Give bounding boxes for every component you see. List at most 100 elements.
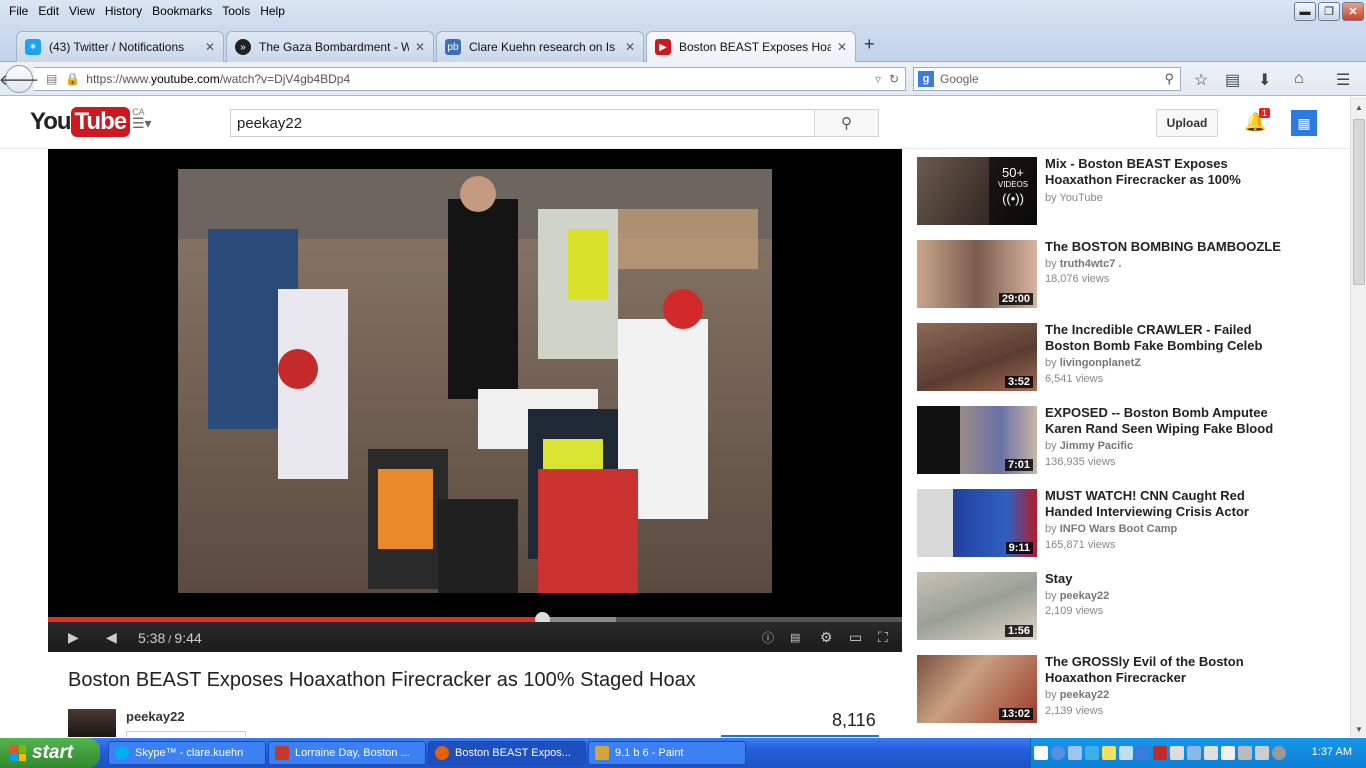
google-icon[interactable]: g [918,71,934,87]
tab-youtube-active[interactable]: ▶ Boston BEAST Exposes Hoax... ✕ [646,31,856,62]
video-thumbnail[interactable]: 1:56 [917,572,1037,640]
related-video-item[interactable]: 9:11 MUST WATCH! CNN Caught Red Handed I… [917,488,1297,557]
related-channel[interactable]: peekay22 [1060,590,1110,602]
bookmark-star-icon[interactable]: ☆ [1194,70,1208,90]
tray-app-icon[interactable] [1119,746,1133,760]
tray-app-icon[interactable] [1221,746,1235,760]
taskbar-item-skype[interactable]: Skype™ - clare.kuehn [108,741,266,765]
related-channel[interactable]: truth4wtc7 . [1060,258,1122,270]
scroll-up-icon[interactable]: ▲ [1351,99,1366,115]
play-icon[interactable]: ▶ [68,629,79,646]
volume-icon[interactable] [1255,746,1269,760]
new-tab-icon[interactable]: + [864,34,875,55]
related-title[interactable]: EXPOSED -- Boston Bomb Amputee Karen Ran… [1045,405,1295,437]
video-thumbnail[interactable]: 9:11 [917,489,1037,557]
tray-app-icon[interactable] [1187,746,1201,760]
related-channel[interactable]: peekay22 [1060,689,1110,701]
youtube-search-input[interactable]: peekay22 [230,109,815,137]
close-icon[interactable]: ✕ [625,40,635,54]
video-thumbnail[interactable]: 7:01 [917,406,1037,474]
fullscreen-icon[interactable]: ⛶ [878,629,888,646]
taskbar-item-paint[interactable]: 9.1 b 6 - Paint [588,741,746,765]
video-thumbnail[interactable]: 29:00 [917,240,1037,308]
guide-menu-icon[interactable]: ☰▾ [132,115,152,132]
reload-icon[interactable]: ↻ [889,72,899,86]
volume-icon[interactable]: ◀ [106,629,117,646]
wifi-icon[interactable] [1238,746,1252,760]
related-title[interactable]: Mix - Boston BEAST Exposes Hoaxathon Fir… [1045,156,1295,188]
tray-app-icon[interactable] [1136,746,1150,760]
related-title[interactable]: The Incredible CRAWLER - Failed Boston B… [1045,322,1295,354]
url-bar[interactable]: ▤ 🔒 https://www. youtube.com/watch?v=DjV4… [34,67,906,91]
upload-button[interactable]: Upload [1156,109,1218,137]
tab-gaza[interactable]: » The Gaza Bombardment - Wh... ✕ [226,31,434,62]
home-icon[interactable]: ⌂ [1294,70,1304,88]
tab-twitter[interactable]: ✶ (43) Twitter / Notifications ✕ [16,31,224,62]
captions-icon[interactable]: ▤ [790,631,800,644]
related-video-item[interactable]: 29:00 The BOSTON BOMBING BAMBOOZLE by tr… [917,239,1297,308]
channel-avatar[interactable] [68,709,116,737]
identity-box-icon[interactable]: ▤ [46,72,57,86]
video-player[interactable]: ▶ ◀ 5:38 / 9:44 ⓘ ▤ ⚙ ▭ ⛶ [48,149,902,652]
channel-name[interactable]: peekay22 [126,709,185,724]
tray-app-icon[interactable] [1068,746,1082,760]
tab-clare-kuehn[interactable]: pb Clare Kuehn research on Is P... ✕ [436,31,644,62]
close-icon[interactable]: ✕ [837,40,847,54]
video-thumbnail[interactable]: 50+ VIDEOS ((•)) [917,157,1037,225]
subscribe-button[interactable] [126,731,246,737]
related-title[interactable]: Stay [1045,571,1295,587]
tray-app-icon[interactable] [1170,746,1184,760]
menu-bookmarks[interactable]: Bookmarks [147,0,217,22]
related-video-item[interactable]: 13:02 The GROSSly Evil of the Boston Hoa… [917,654,1297,723]
help-icon[interactable] [1034,746,1048,760]
scroll-down-icon[interactable]: ▼ [1351,721,1366,737]
annotations-icon[interactable]: ⓘ [762,629,774,646]
related-channel[interactable]: Jimmy Pacific [1060,440,1133,452]
menu-hamburger-icon[interactable]: ☰ [1336,70,1350,90]
related-video-item[interactable]: 3:52 The Incredible CRAWLER - Failed Bos… [917,322,1297,391]
history-dropdown-icon[interactable]: ▿ [875,72,881,86]
related-channel[interactable]: INFO Wars Boot Camp [1060,523,1178,535]
settings-gear-icon[interactable]: ⚙ [820,629,833,646]
search-icon[interactable]: ⚲ [1164,71,1174,87]
youtube-logo[interactable]: You Tube CA [30,107,145,137]
scrollbar-thumb[interactable] [1353,119,1365,285]
shield-icon[interactable] [1153,746,1167,760]
close-icon[interactable]: ✕ [1342,2,1364,21]
theater-mode-icon[interactable]: ▭ [849,629,862,646]
video-thumbnail[interactable]: 13:02 [917,655,1037,723]
tray-folder-icon[interactable] [1102,746,1116,760]
menu-history[interactable]: History [100,0,147,22]
page-scrollbar[interactable]: ▲ ▼ [1350,97,1366,737]
minimize-icon[interactable]: ▬ [1294,2,1316,21]
menu-view[interactable]: View [64,0,100,22]
menu-file[interactable]: File [4,0,33,22]
related-title[interactable]: The GROSSly Evil of the Boston Hoaxathon… [1045,654,1295,686]
tray-app-icon[interactable] [1204,746,1218,760]
youtube-search-button[interactable]: ⚲ [814,109,879,137]
menu-tools[interactable]: Tools [217,0,255,22]
related-title[interactable]: The BOSTON BOMBING BAMBOOZLE [1045,239,1295,255]
tray-app-icon[interactable] [1085,746,1099,760]
taskbar-item-firefox[interactable]: Boston BEAST Expos... [428,741,586,765]
related-channel[interactable]: livingonplanetZ [1060,357,1141,369]
video-thumbnail[interactable]: 3:52 [917,323,1037,391]
related-video-item[interactable]: 7:01 EXPOSED -- Boston Bomb Amputee Kare… [917,405,1297,474]
taskbar-item-pdf[interactable]: Lorraine Day, Boston ... [268,741,426,765]
restore-icon[interactable]: ❐ [1318,2,1340,21]
account-avatar[interactable]: ▦ [1291,110,1317,136]
bookmarks-list-icon[interactable]: ▤ [1225,70,1240,90]
tray-app-icon[interactable] [1272,746,1286,760]
menu-edit[interactable]: Edit [33,0,64,22]
menu-help[interactable]: Help [255,0,290,22]
tray-expand-icon[interactable] [1051,746,1065,760]
close-icon[interactable]: ✕ [205,40,215,54]
related-video-mix[interactable]: 50+ VIDEOS ((•)) Mix - Boston BEAST Expo… [917,156,1297,225]
close-icon[interactable]: ✕ [415,40,425,54]
related-title[interactable]: MUST WATCH! CNN Caught Red Handed Interv… [1045,488,1295,520]
back-button[interactable]: 🡐 [0,65,39,93]
downloads-icon[interactable]: ⬇ [1258,70,1271,90]
related-video-item[interactable]: 1:56 Stay by peekay22 2,109 views [917,571,1297,640]
web-search-box[interactable]: g Google ⚲ [913,67,1181,91]
start-button[interactable]: start [0,738,100,768]
